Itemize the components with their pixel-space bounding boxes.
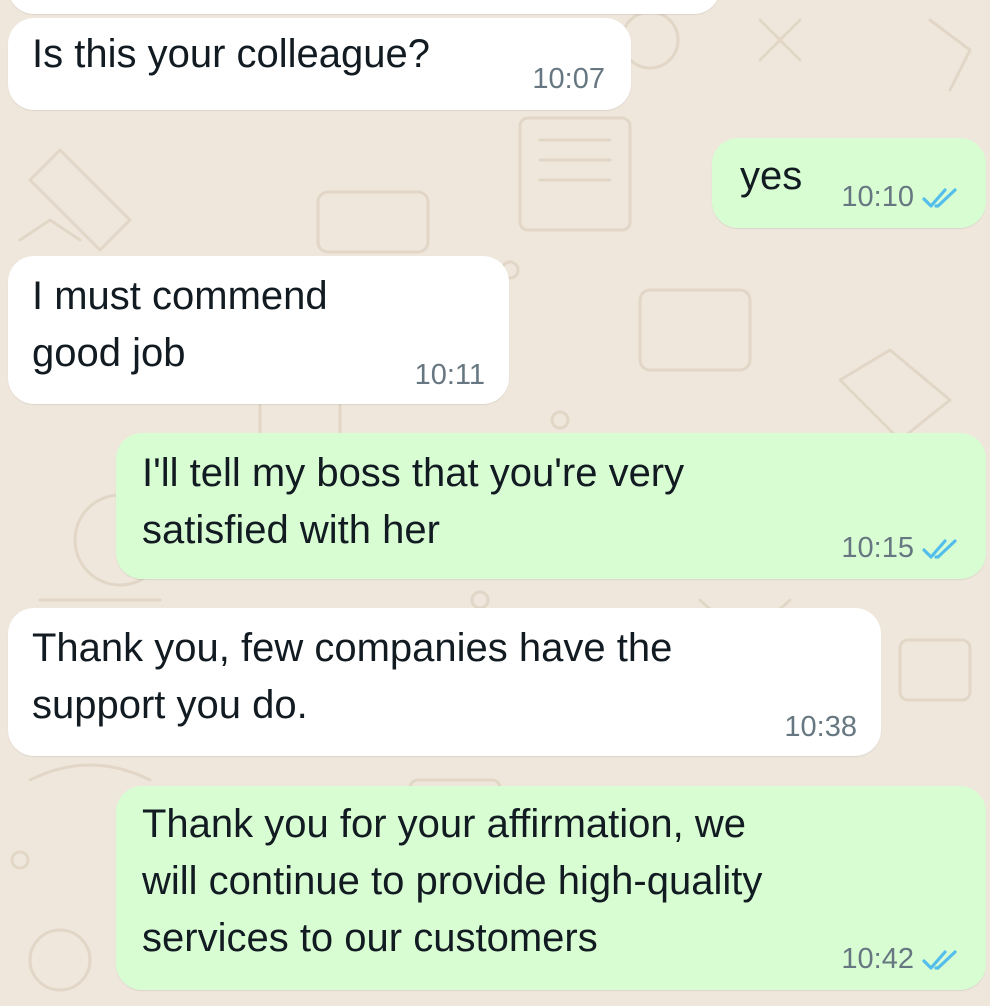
message-bubble-incoming[interactable]: Is this your colleague? 10:07 (8, 18, 631, 110)
message-bubble-incoming[interactable]: Thank you, few companies have the suppor… (8, 608, 881, 756)
message-meta: 10:42 (841, 943, 962, 976)
double-check-icon (922, 187, 957, 208)
double-check-icon (922, 538, 957, 559)
message-timestamp: 10:07 (532, 63, 605, 95)
message-bubble-outgoing[interactable]: Thank you for your affirmation, we will … (116, 786, 986, 990)
message-timestamp: 10:11 (414, 359, 485, 391)
message-meta: 10:38 (784, 711, 857, 744)
message-timestamp: 10:38 (784, 711, 857, 743)
message-meta: 10:11 (415, 359, 485, 392)
message-timestamp: 10:10 (841, 181, 914, 213)
message-bubble-outgoing[interactable]: yes 10:10 (712, 138, 986, 228)
double-check-icon (922, 949, 957, 970)
message-text: Is this your colleague? (32, 32, 431, 76)
message-meta: 10:10 (841, 181, 962, 214)
message-bubble-incoming-partial (8, 0, 720, 14)
message-text: I must commend good job (32, 274, 328, 375)
message-timestamp: 10:42 (841, 943, 914, 975)
message-text: I'll tell my boss that you're very satis… (142, 451, 685, 552)
message-meta: 10:07 (532, 63, 605, 96)
message-text: Thank you for your affirmation, we will … (142, 802, 763, 960)
message-bubble-outgoing[interactable]: I'll tell my boss that you're very satis… (116, 433, 986, 579)
message-text: Thank you, few companies have the suppor… (32, 626, 673, 727)
message-text: yes (740, 154, 803, 198)
message-meta: 10:15 (841, 532, 962, 565)
message-bubble-incoming[interactable]: I must commend good job 10:11 (8, 256, 509, 404)
message-timestamp: 10:15 (841, 532, 914, 564)
